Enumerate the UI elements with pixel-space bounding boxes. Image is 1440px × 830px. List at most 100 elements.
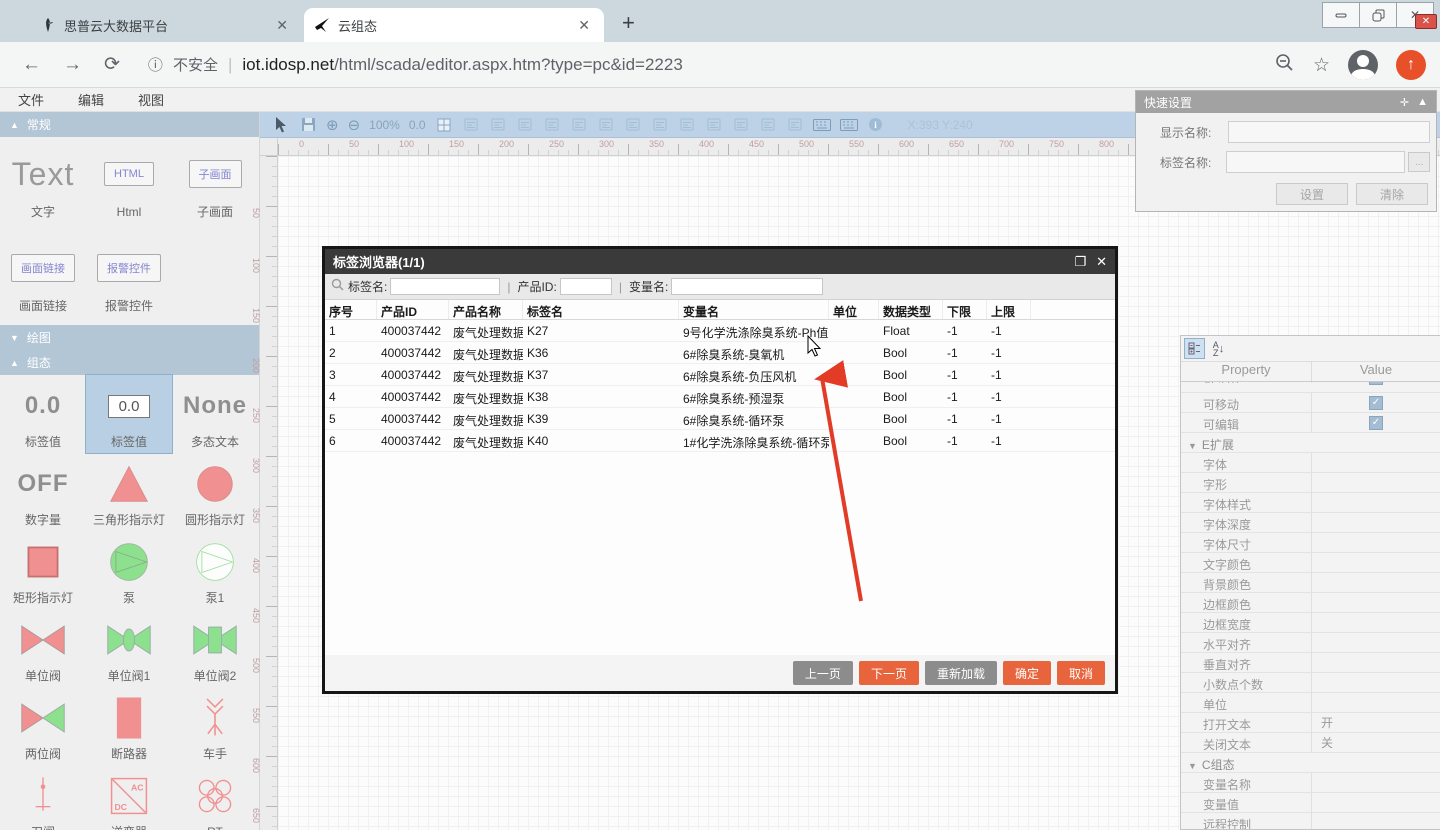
align-left-icon[interactable]: [543, 116, 561, 134]
property-row-打开文本[interactable]: 打开文本开: [1181, 713, 1440, 733]
window-minimize-button[interactable]: [1322, 2, 1360, 28]
property-value[interactable]: [1311, 813, 1440, 830]
palette-item-断路器[interactable]: 断路器: [86, 687, 172, 765]
menu-item-3[interactable]: 视图: [138, 90, 180, 109]
table-row[interactable]: 2400037442废气处理数据采K366#除臭系统-臭氧机Bool-1-1: [325, 342, 1115, 364]
palette-item-报警控件[interactable]: 报警控件报警控件: [86, 231, 172, 325]
property-value[interactable]: [1311, 533, 1440, 552]
tab-close-icon[interactable]: ✕: [574, 17, 594, 34]
palette-item-泵1[interactable]: 泵1: [172, 531, 258, 609]
keyboard-icon[interactable]: [813, 116, 831, 134]
checkbox-checked-icon[interactable]: ✓: [1369, 382, 1383, 385]
确定-button[interactable]: 确定: [1003, 661, 1051, 685]
下一页-button[interactable]: 下一页: [859, 661, 919, 685]
browser-update-icon[interactable]: ↑: [1396, 50, 1426, 80]
same-height-icon[interactable]: [732, 116, 750, 134]
palette-item-RT[interactable]: RT: [172, 765, 258, 830]
window-close-button[interactable]: ✕✕: [1396, 2, 1434, 28]
forward-icon[interactable]: →: [63, 54, 82, 76]
align-right-icon[interactable]: [597, 116, 615, 134]
quick-settings-header[interactable]: 快速设置 ✛ ▲: [1136, 91, 1436, 113]
sort-az-icon[interactable]: AZ↓: [1208, 338, 1229, 359]
property-value[interactable]: 关: [1311, 733, 1440, 752]
dialog-titlebar[interactable]: 标签浏览器(1/1) ❐ ✕: [325, 249, 1115, 274]
palette-item-刀闸[interactable]: 刀闸: [0, 765, 86, 830]
重新加载-button[interactable]: 重新加载: [925, 661, 997, 685]
url-field[interactable]: ⓘ 不安全 | iot.idosp.net/html/scada/editor.…: [148, 54, 683, 75]
zoom-out-icon[interactable]: ⊖: [348, 116, 361, 134]
palette-item-单位阀1[interactable]: 单位阀1: [86, 609, 172, 687]
menu-item-2[interactable]: 编辑: [78, 90, 120, 109]
checkbox-checked-icon[interactable]: ✓: [1369, 416, 1383, 430]
search-field-input-1[interactable]: [390, 278, 500, 295]
display-name-input[interactable]: [1228, 121, 1430, 143]
align-top-icon[interactable]: [624, 116, 642, 134]
property-row-字体尺寸[interactable]: 字体尺寸: [1181, 533, 1440, 553]
categorize-icon[interactable]: [1184, 338, 1205, 359]
back-icon[interactable]: ←: [22, 54, 41, 76]
search-field-input-2[interactable]: [560, 278, 612, 295]
palette-item-泵[interactable]: 泵: [86, 531, 172, 609]
palette-item-标签值[interactable]: 0.0标签值: [86, 375, 172, 453]
property-row-关闭文本[interactable]: 关闭文本关: [1181, 733, 1440, 753]
table-row[interactable]: 3400037442废气处理数据采K376#除臭系统-负压风机Bool-1-1: [325, 364, 1115, 386]
property-value[interactable]: ✓: [1311, 413, 1440, 432]
palette-item-两位阀[interactable]: 两位阀: [0, 687, 86, 765]
property-row-字形[interactable]: 字形: [1181, 473, 1440, 493]
tab-close-icon[interactable]: ✕: [272, 17, 292, 34]
property-row-文字颜色[interactable]: 文字颜色: [1181, 553, 1440, 573]
palette-item-矩形指示灯[interactable]: 矩形指示灯: [0, 531, 86, 609]
property-value[interactable]: [1311, 553, 1440, 572]
property-row-字体样式[interactable]: 字体样式: [1181, 493, 1440, 513]
align-bottom-icon[interactable]: [678, 116, 696, 134]
property-value[interactable]: [1311, 653, 1440, 672]
property-row-小数点个数[interactable]: 小数点个数: [1181, 673, 1440, 693]
clear-button[interactable]: 清除: [1356, 183, 1428, 205]
palette-item-文字[interactable]: Text文字: [0, 137, 86, 231]
section-header-3[interactable]: ▲组态: [0, 350, 259, 375]
palette-item-子画面[interactable]: 子画面子画面: [172, 137, 258, 231]
property-row-字体深度[interactable]: 字体深度: [1181, 513, 1440, 533]
copy-icon[interactable]: [462, 116, 480, 134]
palette-item-画面链接[interactable]: 画面链接画面链接: [0, 231, 86, 325]
property-row-单位[interactable]: 单位: [1181, 693, 1440, 713]
property-value[interactable]: [1311, 453, 1440, 472]
palette-item-单位阀2[interactable]: 单位阀2: [172, 609, 258, 687]
property-row-垂直对齐[interactable]: 垂直对齐: [1181, 653, 1440, 673]
section-header-1[interactable]: ▲常规: [0, 112, 259, 137]
palette-item-车手[interactable]: 车手: [172, 687, 258, 765]
palette-item-标签值[interactable]: 0.0标签值: [0, 375, 86, 453]
property-row-E扩展[interactable]: ▼E扩展: [1181, 433, 1440, 453]
info-icon[interactable]: i: [867, 116, 885, 134]
property-value[interactable]: ✓: [1311, 393, 1440, 412]
property-value[interactable]: [1311, 493, 1440, 512]
property-row-边框颜色[interactable]: 边框颜色: [1181, 593, 1440, 613]
property-value[interactable]: 开: [1311, 713, 1440, 732]
tag-name-input[interactable]: [1226, 151, 1405, 173]
palette-item-逆变器[interactable]: ACDC逆变器: [86, 765, 172, 830]
page-info-icon[interactable]: ⓘ: [148, 54, 163, 75]
property-row-C组态[interactable]: ▼C组态: [1181, 753, 1440, 773]
grid-toggle-icon[interactable]: [435, 116, 453, 134]
property-value[interactable]: [1311, 573, 1440, 592]
property-value[interactable]: [1311, 613, 1440, 632]
align-middle-icon[interactable]: [651, 116, 669, 134]
tag-browse-button[interactable]: ...: [1408, 152, 1430, 172]
property-row-水平对齐[interactable]: 水平对齐: [1181, 633, 1440, 653]
property-value[interactable]: [1311, 433, 1440, 452]
checkbox-checked-icon[interactable]: ✓: [1369, 396, 1383, 410]
property-row-背景颜色[interactable]: 背景颜色: [1181, 573, 1440, 593]
zoom-indicator-icon[interactable]: [1275, 53, 1295, 78]
browser-tab-2[interactable]: 云组态 ✕: [304, 8, 604, 42]
property-value[interactable]: [1311, 593, 1440, 612]
reload-icon[interactable]: ⟳: [104, 53, 120, 76]
palette-item-多态文本[interactable]: None多态文本: [172, 375, 258, 453]
property-value[interactable]: [1311, 673, 1440, 692]
property-value[interactable]: ✓: [1311, 382, 1440, 383]
property-row-边框宽度[interactable]: 边框宽度: [1181, 613, 1440, 633]
dialog-maximize-icon[interactable]: ❐: [1074, 254, 1086, 270]
paste-icon[interactable]: [489, 116, 507, 134]
table-row[interactable]: 5400037442废气处理数据采K396#除臭系统-循环泵Bool-1-1: [325, 408, 1115, 430]
property-value[interactable]: [1311, 753, 1440, 772]
property-value[interactable]: [1311, 473, 1440, 492]
